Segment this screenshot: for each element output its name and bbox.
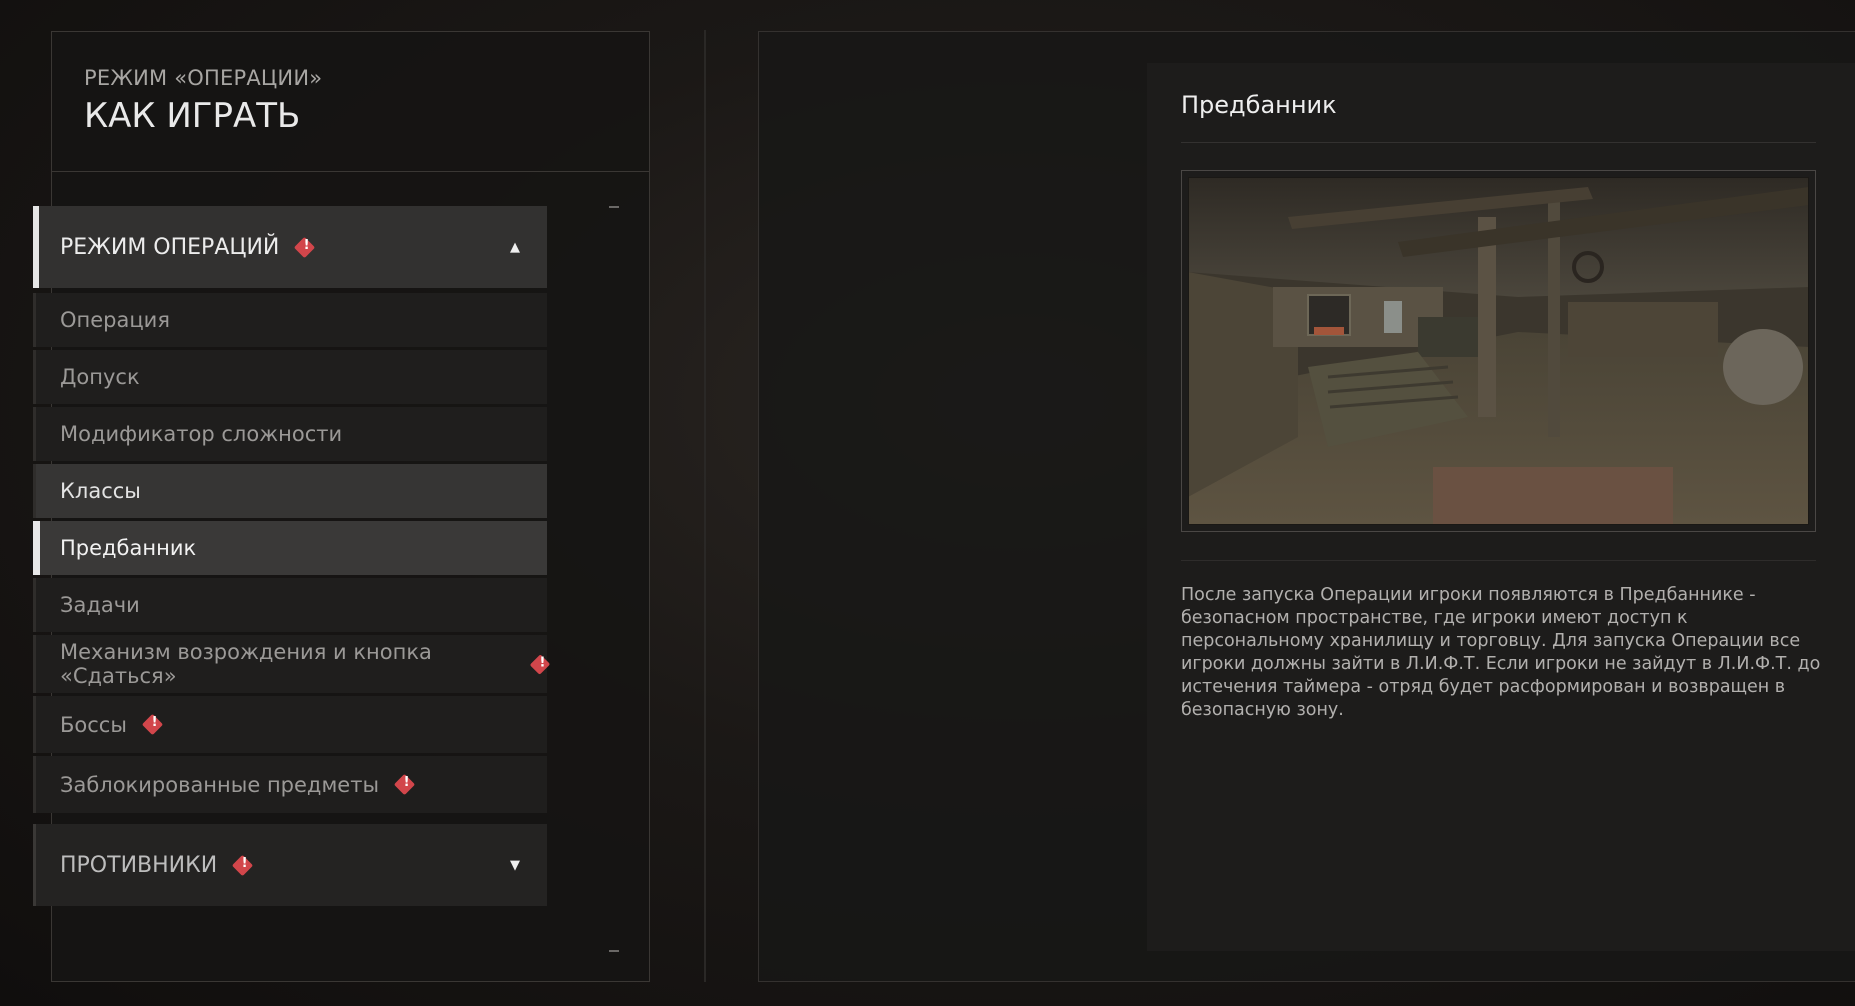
image-divider <box>1181 560 1816 561</box>
menu-item-label: Боссы <box>60 712 127 737</box>
accordion-operations-mode[interactable]: РЕЖИМ ОПЕРАЦИЙ ▲ <box>33 206 547 288</box>
menu-item-label: Операция <box>60 308 170 332</box>
menu-item-locked-items[interactable]: Заблокированные предметы <box>33 756 547 813</box>
panel-title: КАК ИГРАТЬ <box>84 96 301 136</box>
lobby-screenshot-frame <box>1181 170 1816 532</box>
menu-item-label: Модификатор сложности <box>60 422 343 446</box>
panel-subtitle: РЕЖИМ «ОПЕРАЦИИ» <box>84 66 323 90</box>
accordion-label: ПРОТИВНИКИ <box>60 852 218 878</box>
warning-icon <box>232 854 254 876</box>
warning-icon <box>393 773 416 796</box>
menu-item-clearance[interactable]: Допуск <box>33 350 547 404</box>
content-title: Предбанник <box>1181 91 1337 119</box>
lobby-screenshot <box>1188 177 1809 525</box>
menu-item-classes[interactable]: Классы <box>33 464 547 518</box>
menu-item-operation[interactable]: Операция <box>33 293 547 347</box>
menu-item-label: Предбанник <box>60 536 197 560</box>
accordion-label: РЕЖИМ ОПЕРАЦИЙ <box>60 234 280 260</box>
scrollbar[interactable] <box>609 174 619 952</box>
panel-divider <box>704 30 706 982</box>
accordion-enemies[interactable]: ПРОТИВНИКИ ▼ <box>33 824 547 906</box>
content-description: После запуска Операции игроки появляются… <box>1181 585 1821 720</box>
menu-item-label: Механизм возрождения и кнопка «Сдаться» <box>60 640 432 688</box>
menu-item-difficulty-modifier[interactable]: Модификатор сложности <box>33 407 547 461</box>
menu-item-label: Задачи <box>60 593 140 617</box>
menu-item-lobby[interactable]: Предбанник <box>33 521 547 575</box>
scrollbar-bottom-cap <box>609 950 619 952</box>
menu-item-label: Допуск <box>60 365 140 389</box>
chevron-up-icon: ▲ <box>510 239 520 255</box>
menu-item-label: Заблокированные предметы <box>60 772 380 797</box>
chevron-down-icon: ▼ <box>510 857 520 873</box>
menu-item-bosses[interactable]: Боссы <box>33 696 547 753</box>
scrollbar-top-cap <box>609 206 619 208</box>
menu-item-respawn[interactable]: Механизм возрождения и кнопка «Сдаться» <box>33 635 551 693</box>
panel-header: РЕЖИМ «ОПЕРАЦИИ» КАК ИГРАТЬ <box>52 32 649 172</box>
warning-icon <box>294 236 316 258</box>
warning-icon <box>141 713 164 736</box>
title-divider <box>1181 142 1816 143</box>
menu-item-tasks[interactable]: Задачи <box>33 578 547 632</box>
menu-item-label: Классы <box>60 479 141 503</box>
